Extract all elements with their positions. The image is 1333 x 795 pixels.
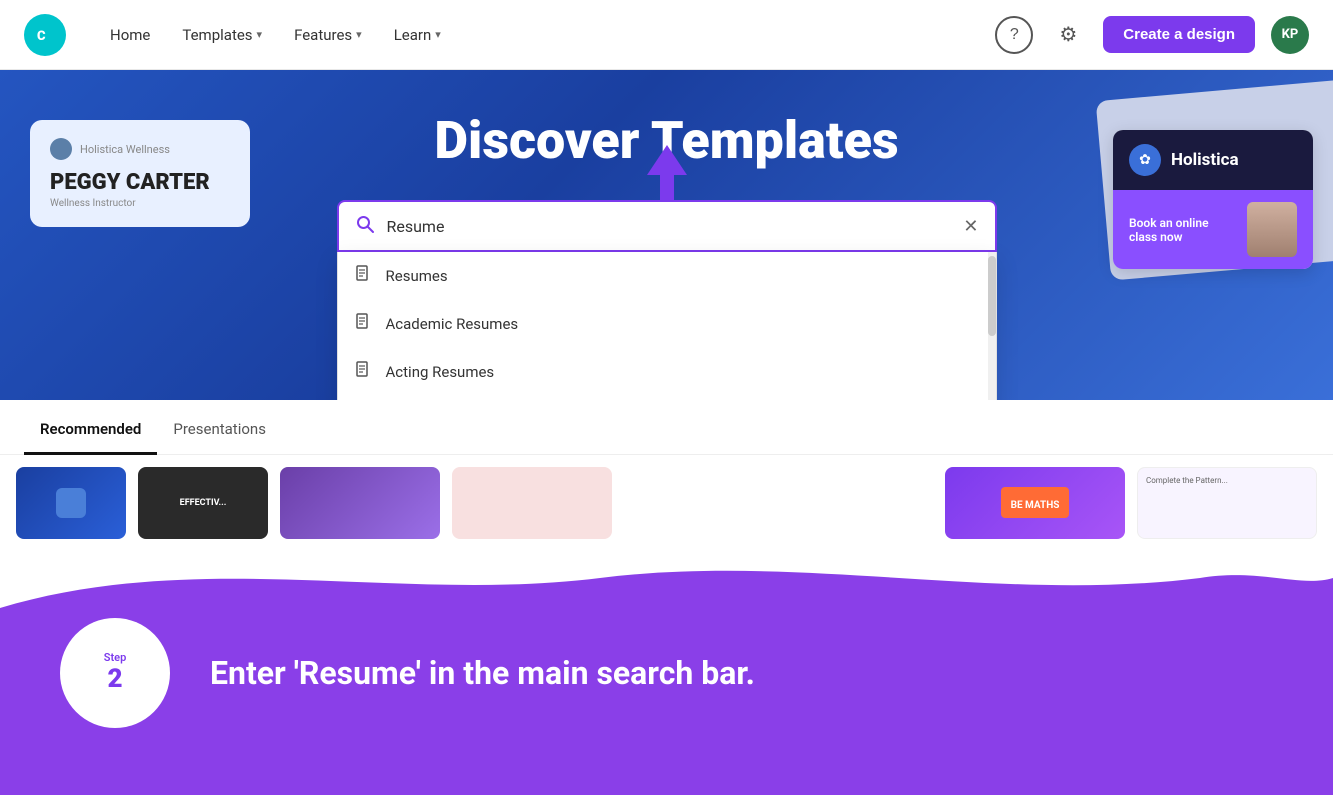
suggestion-acting[interactable]: Acting Resumes bbox=[338, 348, 996, 396]
nav-learn[interactable]: Learn ▾ bbox=[382, 18, 453, 52]
avatar-initials: KP bbox=[1282, 27, 1299, 42]
holistica-tagline: Book an online class now bbox=[1129, 216, 1239, 244]
templates-chevron: ▾ bbox=[257, 28, 263, 41]
learn-label: Learn bbox=[394, 26, 432, 44]
hero-section: Holistica Wellness PEGGY CARTER Wellness… bbox=[0, 70, 1333, 400]
tabs-section: Recommended Presentations bbox=[0, 400, 1333, 455]
bottom-wave-section: Step 2 Enter 'Resume' in the main search… bbox=[0, 550, 1333, 795]
thumb-icon-0 bbox=[56, 488, 86, 518]
step-instruction: Enter 'Resume' in the main search bar. bbox=[210, 654, 755, 692]
templates-label: Templates bbox=[182, 26, 252, 44]
nav-links: Home Templates ▾ Features ▾ Learn ▾ bbox=[98, 18, 963, 52]
thumb-right-1[interactable]: Complete the Pattern... bbox=[1137, 467, 1317, 539]
search-icon bbox=[355, 214, 375, 239]
person-image bbox=[1247, 202, 1297, 257]
search-container: Resume ✕ Resumes Academic Resumes Acti bbox=[337, 200, 997, 400]
nav-features[interactable]: Features ▾ bbox=[282, 18, 374, 52]
nav-home[interactable]: Home bbox=[98, 18, 162, 52]
suggestion-resumes[interactable]: Resumes bbox=[338, 252, 996, 300]
create-design-button[interactable]: Create a design bbox=[1103, 16, 1255, 53]
nav-right: ? ⚙ Create a design KP bbox=[995, 16, 1309, 54]
wave-decoration bbox=[0, 548, 1333, 608]
holistica-icon: ✿ bbox=[1129, 144, 1161, 176]
canva-logo[interactable]: C bbox=[24, 14, 66, 56]
thumb-0[interactable] bbox=[16, 467, 126, 539]
scrollbar-track bbox=[988, 252, 996, 400]
thumb-right-text: BE MATHS bbox=[1011, 500, 1060, 511]
hero-card-left: Holistica Wellness PEGGY CARTER Wellness… bbox=[30, 120, 250, 227]
home-label: Home bbox=[110, 26, 150, 44]
tab-presentations-label: Presentations bbox=[173, 420, 266, 438]
tab-recommended[interactable]: Recommended bbox=[24, 406, 157, 455]
search-clear-button[interactable]: ✕ bbox=[963, 216, 978, 237]
thumb-2[interactable] bbox=[280, 467, 440, 539]
search-value: Resume bbox=[387, 217, 964, 236]
holistica-card: ✿ Holistica Book an online class now bbox=[1113, 130, 1313, 269]
doc-icon-2 bbox=[356, 361, 372, 383]
doc-icon-0 bbox=[356, 265, 372, 287]
svg-text:C: C bbox=[37, 29, 46, 44]
scrollbar-thumb[interactable] bbox=[988, 256, 996, 336]
thumb-1[interactable]: EFFECTIV... bbox=[138, 467, 268, 539]
thumb-right-0[interactable]: BE MATHS bbox=[945, 467, 1125, 539]
search-dropdown: Resumes Academic Resumes Acting Resumes … bbox=[337, 252, 997, 400]
features-chevron: ▾ bbox=[356, 28, 362, 41]
gear-icon: ⚙ bbox=[1059, 22, 1077, 47]
nav-templates[interactable]: Templates ▾ bbox=[170, 18, 274, 52]
features-label: Features bbox=[294, 26, 352, 44]
company-name: Holistica Wellness bbox=[80, 143, 170, 156]
thumb-right-1-text: Complete the Pattern... bbox=[1138, 468, 1316, 493]
navbar: C Home Templates ▾ Features ▾ Learn ▾ ? … bbox=[0, 0, 1333, 70]
thumb-text-1: EFFECTIV... bbox=[176, 494, 231, 512]
suggestion-label-1: Academic Resumes bbox=[386, 315, 519, 333]
help-icon: ? bbox=[1010, 26, 1019, 44]
hero-right-deco: ✿ Holistica Book an online class now bbox=[1033, 70, 1333, 400]
tab-recommended-label: Recommended bbox=[40, 420, 141, 438]
avatar[interactable]: KP bbox=[1271, 16, 1309, 54]
person-title: Wellness Instructor bbox=[50, 198, 230, 209]
tab-presentations[interactable]: Presentations bbox=[157, 406, 282, 455]
suggestion-college[interactable]: College Resumes bbox=[338, 396, 996, 400]
thumbnails-row: EFFECTIV... BE MATHS Complete the Patter… bbox=[0, 455, 1333, 550]
holistica-name: Holistica bbox=[1171, 150, 1239, 170]
thumb-3[interactable] bbox=[452, 467, 612, 539]
doc-icon-1 bbox=[356, 313, 372, 335]
suggestion-label-2: Acting Resumes bbox=[386, 363, 495, 381]
company-logo bbox=[50, 138, 72, 160]
step-label: Step bbox=[104, 651, 127, 664]
create-btn-label: Create a design bbox=[1123, 26, 1235, 43]
learn-chevron: ▾ bbox=[435, 28, 441, 41]
step-circle: Step 2 bbox=[60, 618, 170, 728]
help-button[interactable]: ? bbox=[995, 16, 1033, 54]
holistica-body: Book an online class now bbox=[1113, 190, 1313, 269]
settings-button[interactable]: ⚙ bbox=[1049, 16, 1087, 54]
suggestion-label-0: Resumes bbox=[386, 267, 448, 285]
suggestion-academic[interactable]: Academic Resumes bbox=[338, 300, 996, 348]
person-name: PEGGY CARTER bbox=[50, 170, 230, 195]
arrow-pointer bbox=[642, 140, 692, 215]
step-number: 2 bbox=[107, 664, 122, 694]
